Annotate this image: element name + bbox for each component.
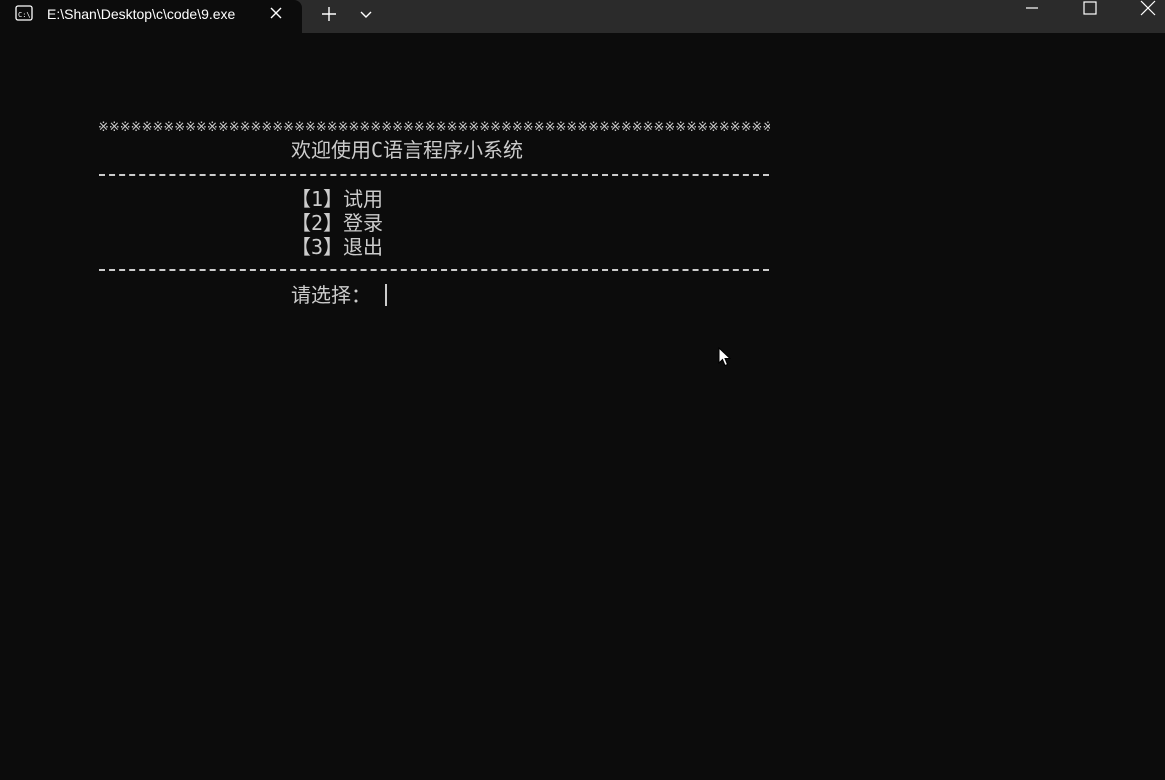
svg-text:C:\: C:\ [18, 11, 31, 19]
star-border: ※※※※※※※※※※※※※※※※※※※※※※※※※※※※※※※※※※※※※※※※… [98, 120, 770, 135]
menu-item-exit: 【3】退出 [291, 235, 384, 259]
prompt-label: 请选择： [291, 283, 371, 307]
minimize-icon[interactable] [1017, 0, 1047, 18]
console-area[interactable]: ※※※※※※※※※※※※※※※※※※※※※※※※※※※※※※※※※※※※※※※※… [0, 33, 1165, 780]
tab-title: E:\Shan\Desktop\c\code\9.exe [47, 6, 236, 22]
terminal-icon: C:\ [15, 5, 33, 21]
terminal-tab[interactable]: C:\ E:\Shan\Desktop\c\code\9.exe [0, 0, 302, 33]
menu-item-trial: 【1】试用 [291, 187, 384, 211]
divider-bottom [99, 269, 769, 271]
close-window-icon[interactable] [1133, 0, 1163, 18]
menu-item-login: 【2】登录 [291, 211, 384, 235]
title-bar: C:\ E:\Shan\Desktop\c\code\9.exe [0, 0, 1165, 33]
new-tab-icon[interactable] [318, 3, 340, 25]
console-title: 欢迎使用C语言程序小系统 [291, 138, 524, 162]
close-tab-icon[interactable] [267, 4, 285, 22]
divider-top [99, 174, 769, 176]
maximize-icon[interactable] [1075, 0, 1105, 18]
mouse-pointer-icon [718, 347, 732, 367]
chevron-down-icon[interactable] [356, 3, 376, 25]
text-cursor [385, 284, 387, 306]
